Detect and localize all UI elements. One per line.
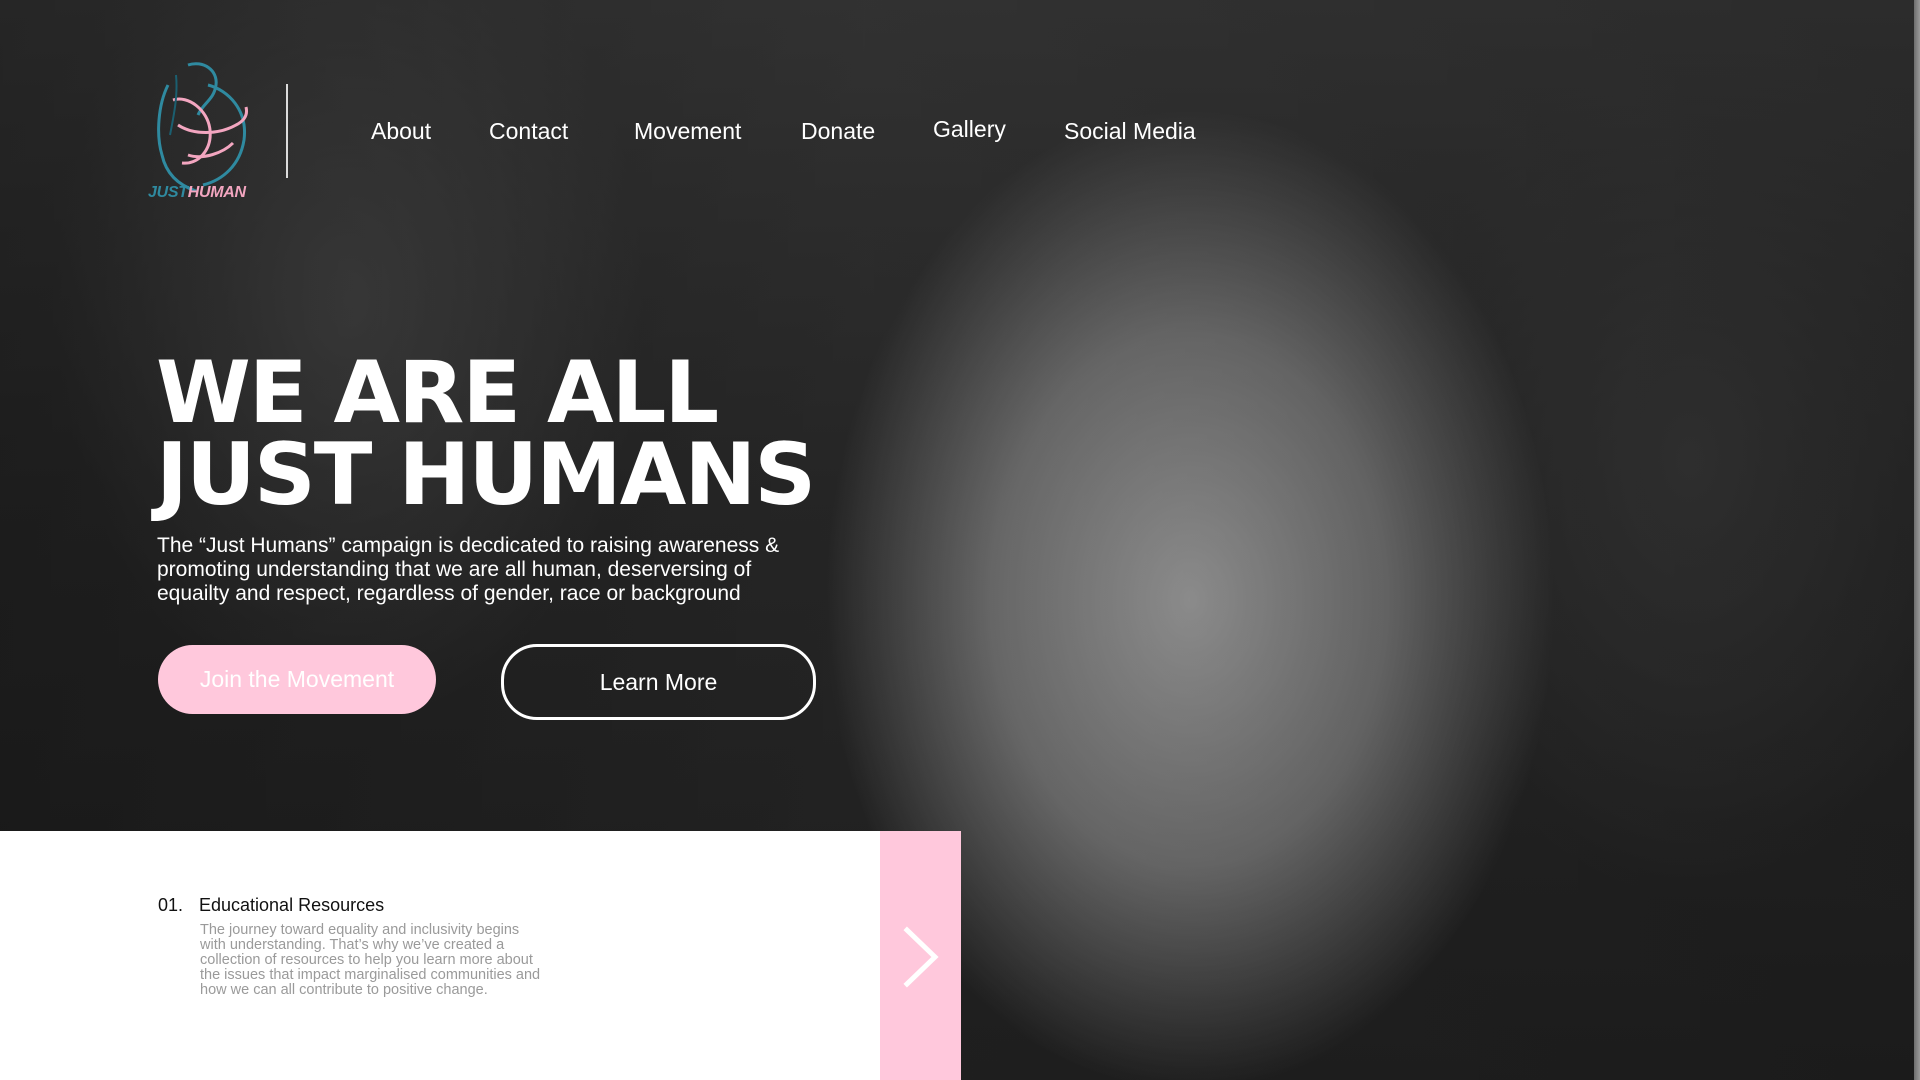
logo-text-human: HUMAN [187, 184, 246, 201]
logo-text-just: JUST [148, 184, 188, 201]
hero-description-line-1: The “Just Humans” campaign is decdicated… [157, 534, 780, 557]
hero-section: JUSTHUMAN About Contact Movement Donate … [0, 0, 1920, 1080]
hero-description-line-3: equailty and respect, regardless of gend… [157, 582, 741, 605]
nav-item-movement[interactable]: Movement [634, 118, 741, 145]
feature-description-line-4: the issues that impact marginalised comm… [200, 967, 541, 983]
feature-description-line-5: how we can all contribute to positive ch… [200, 982, 488, 998]
nav-item-gallery[interactable]: Gallery [933, 116, 1006, 143]
main-nav: About Contact Movement Donate Gallery So… [0, 116, 1920, 154]
feature-description: The journey toward equality and inclusiv… [200, 923, 600, 998]
chevron-right-icon [903, 926, 939, 988]
feature-number: 01. [158, 895, 184, 915]
nav-item-about[interactable]: About [371, 118, 431, 145]
nav-item-social-media[interactable]: Social Media [1064, 118, 1196, 145]
photo-edge [1914, 0, 1920, 1080]
hero-description: The “Just Humans” campaign is decdicated… [157, 534, 857, 606]
nav-item-donate[interactable]: Donate [801, 118, 875, 145]
hero-title-line-2: JUST HUMANS [156, 425, 816, 525]
join-movement-button[interactable]: Join the Movement [158, 645, 436, 714]
learn-more-button[interactable]: Learn More [501, 644, 816, 720]
next-feature-button[interactable] [880, 831, 961, 1080]
feature-description-line-3: collection of resources to help you lear… [200, 952, 533, 968]
hero-title: WE ARE ALL JUST HUMANS [156, 343, 816, 525]
feature-description-line-1: The journey toward equality and inclusiv… [200, 922, 520, 938]
feature-card: 01. Educational Resources The journey to… [0, 831, 880, 1080]
logo-wordmark: JUSTHUMAN [148, 184, 246, 202]
feature-description-line-2: with understanding. That’s why we’ve cre… [200, 937, 505, 953]
hero-description-line-2: promoting understanding that we are all … [157, 558, 752, 581]
feature-title: Educational Resources [199, 895, 385, 915]
hero-title-line-1: WE ARE ALL [156, 343, 719, 443]
nav-item-contact[interactable]: Contact [489, 118, 568, 145]
